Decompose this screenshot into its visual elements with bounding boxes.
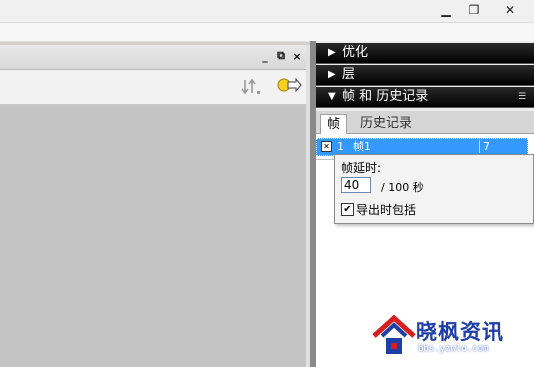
frame-name: 帧1 xyxy=(353,140,371,153)
tab-history[interactable]: 历史记录 xyxy=(354,114,418,133)
include-on-export-label: 导出时包括 xyxy=(356,203,417,217)
watermark-brand: 晓枫资讯 xyxy=(416,320,504,344)
export-icon[interactable] xyxy=(276,76,302,96)
include-on-export-checkbox[interactable]: ✔ xyxy=(341,203,354,216)
delay-unit-label: / 100 秒 xyxy=(381,181,424,194)
frame-number: 1 xyxy=(337,140,344,153)
frame-delay-popup: 帧延时: / 100 秒 ✔ 导出时包括 xyxy=(334,154,534,224)
popup-title: 帧延时: xyxy=(341,161,382,175)
panel-header-label: 帧 和 历史记录 xyxy=(342,89,429,104)
document-panel: _ ⧉ × xyxy=(0,45,310,367)
column-divider xyxy=(479,140,480,153)
tab-frames[interactable]: 帧 xyxy=(320,114,348,135)
panel-options-icon[interactable]: ☰ xyxy=(516,92,528,102)
close-icon: ✕ xyxy=(504,3,516,17)
frame-export-toggle[interactable]: ✕ xyxy=(321,141,332,152)
panel-header-frames-history[interactable]: ▼ 帧 和 历史记录 ☰ xyxy=(316,87,534,108)
doc-close-button[interactable]: × xyxy=(290,49,304,63)
app-title-bar: ▁ ❐ ✕ xyxy=(0,0,534,23)
restore-button[interactable]: ❐ xyxy=(462,2,486,18)
menu-strip xyxy=(0,23,534,42)
doc-minimize-button[interactable]: _ xyxy=(258,49,272,63)
canvas-area[interactable] xyxy=(0,105,306,367)
house-logo-icon xyxy=(372,314,416,354)
panel-header-label: 层 xyxy=(342,67,356,82)
sort-icon[interactable] xyxy=(240,78,262,96)
minimize-button[interactable]: ▁ xyxy=(434,2,458,18)
restore-icon: ⧉ xyxy=(277,49,285,62)
expand-arrow-icon: ▶ xyxy=(328,69,336,80)
document-toolbar xyxy=(0,70,310,105)
watermark: 晓枫资讯 bbs.yzwlo.com xyxy=(372,314,534,358)
doc-restore-button[interactable]: ⧉ xyxy=(274,49,288,63)
watermark-site: bbs.yzwlo.com xyxy=(418,344,489,354)
close-icon: × xyxy=(292,49,302,63)
panel-header-label: 优化 xyxy=(342,45,369,60)
minimize-icon: ▁ xyxy=(441,3,451,17)
panel-tabs: 帧 历史记录 xyxy=(316,111,534,135)
close-button[interactable]: ✕ xyxy=(498,2,522,18)
document-header: _ ⧉ × xyxy=(0,45,310,70)
minimize-icon: _ xyxy=(262,49,268,63)
frame-delay[interactable]: 7 xyxy=(483,139,490,155)
panel-header-optimize[interactable]: ▶ 优化 xyxy=(316,43,534,64)
expand-arrow-icon: ▶ xyxy=(328,47,336,58)
frame-delay-input[interactable] xyxy=(341,177,371,193)
restore-icon: ❐ xyxy=(468,3,480,17)
panel-header-layers[interactable]: ▶ 层 xyxy=(316,65,534,86)
collapse-arrow-icon: ▼ xyxy=(328,91,336,102)
